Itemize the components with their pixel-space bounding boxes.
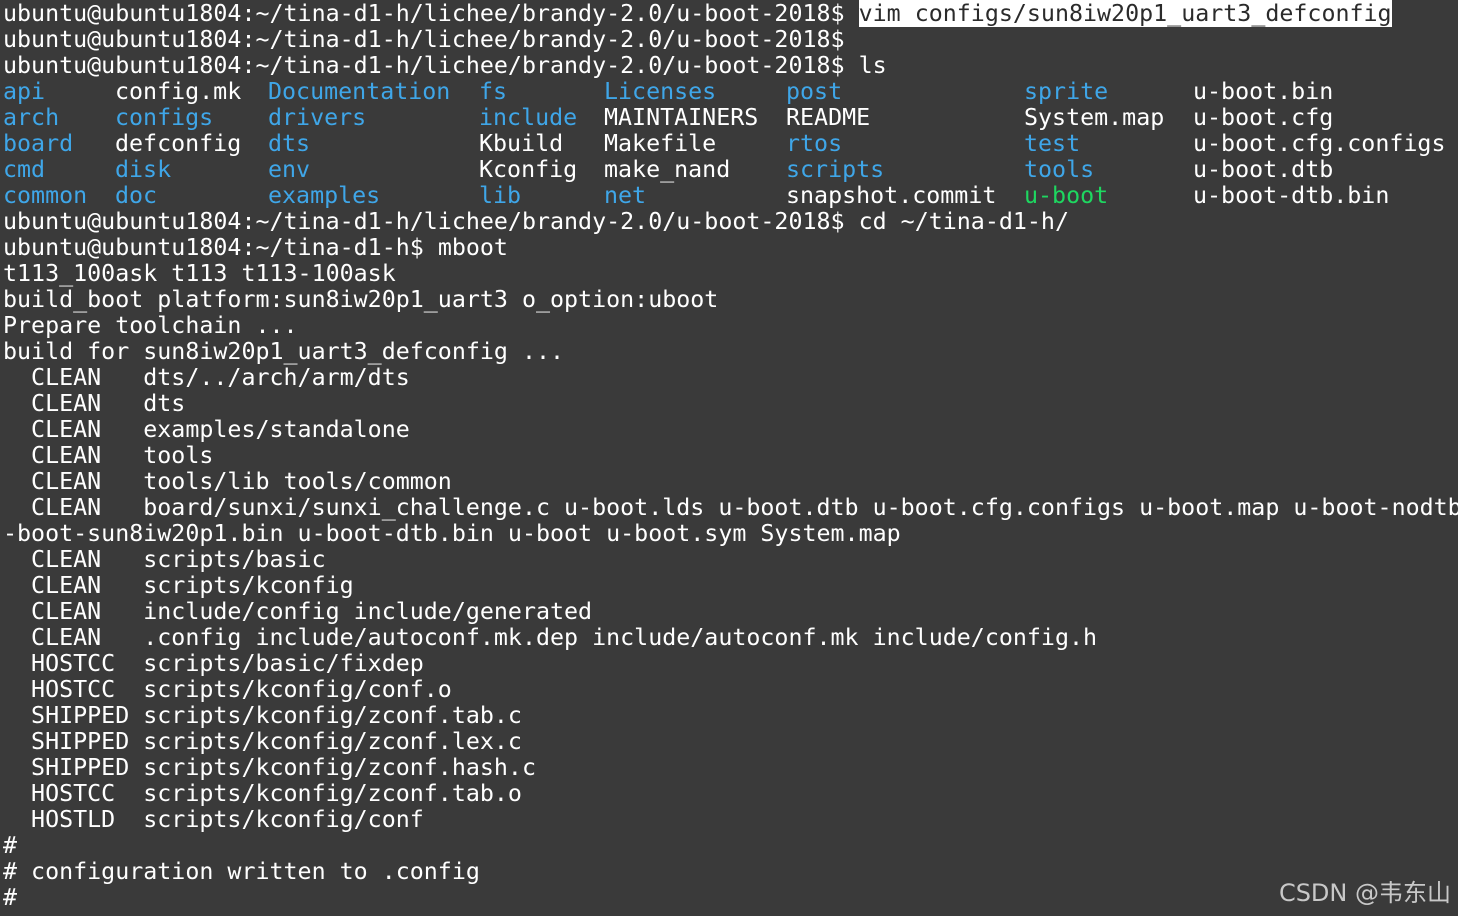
build-output-line: CLEAN dts/../arch/arm/dts	[3, 364, 410, 391]
shell-prompt: ubuntu@ubuntu1804:~/tina-d1-h/lichee/bra…	[3, 26, 845, 53]
ls-directory-entry: Documentation	[268, 78, 451, 105]
shell-prompt: ubuntu@ubuntu1804:~/tina-d1-h/lichee/bra…	[3, 52, 845, 79]
ls-directory-entry: fs	[479, 78, 508, 105]
build-output-line: HOSTCC scripts/kconfig/conf.o	[3, 676, 452, 703]
ls-directory-entry: scripts	[786, 156, 885, 183]
build-output-line: HOSTLD scripts/kconfig/conf	[3, 806, 424, 833]
ls-directory-entry: post	[786, 78, 843, 105]
shell-prompt: ubuntu@ubuntu1804:~/tina-d1-h/lichee/bra…	[3, 0, 845, 27]
ls-directory-entry: common	[3, 182, 88, 209]
build-output-line: SHIPPED scripts/kconfig/zconf.lex.c	[3, 728, 522, 755]
build-output-line: CLEAN board/sunxi/sunxi_challenge.c u-bo…	[3, 494, 1458, 521]
ls-file-entry: Makefile	[604, 130, 717, 157]
terminal-window[interactable]: ubuntu@ubuntu1804:~/tina-d1-h/lichee/bra…	[0, 0, 1458, 916]
build-output-line: CLEAN .config include/autoconf.mk.dep in…	[3, 624, 1098, 651]
terminal-line-vim-command: ubuntu@ubuntu1804:~/tina-d1-h/lichee/bra…	[3, 0, 1392, 27]
ls-directory-entry: examples	[268, 182, 381, 209]
ls-file-entry: u-boot.bin	[1193, 78, 1334, 105]
build-output-line: HOSTCC scripts/basic/fixdep	[3, 650, 424, 677]
build-output-line: CLEAN tools	[3, 442, 214, 469]
terminal-line-empty-prompt: ubuntu@ubuntu1804:~/tina-d1-h/lichee/bra…	[3, 27, 845, 53]
ls-file-entry: System.map	[1024, 104, 1165, 131]
ls-directory-entry: tools	[1024, 156, 1095, 183]
ls-file-entry: Kconfig	[479, 156, 578, 183]
ls-directory-entry: env	[268, 156, 311, 183]
build-output-line: CLEAN tools/lib tools/common	[3, 468, 452, 495]
ls-directory-entry: cmd	[3, 156, 46, 183]
ls-file-entry: u-boot.cfg	[1193, 104, 1334, 131]
ls-directory-entry: sprite	[1024, 78, 1109, 105]
command-text: mboot	[437, 234, 508, 261]
terminal-line-mboot-command: ubuntu@ubuntu1804:~/tina-d1-h$ mboot	[3, 235, 508, 261]
ls-directory-entry: drivers	[268, 104, 367, 131]
build-output-line: build for sun8iw20p1_uart3_defconfig ...	[3, 338, 565, 365]
ls-file-entry: README	[786, 104, 871, 131]
ls-file-entry: u-boot.cfg.configs	[1193, 130, 1446, 157]
ls-directory-entry: dts	[268, 130, 311, 157]
ls-file-entry: u-boot-dtb.bin	[1193, 182, 1390, 209]
ls-directory-entry: board	[3, 130, 74, 157]
ls-directory-entry: Licenses	[604, 78, 717, 105]
ls-directory-entry: test	[1024, 130, 1081, 157]
build-output-line: CLEAN scripts/basic	[3, 546, 326, 573]
ls-file-entry: config.mk	[115, 78, 242, 105]
build-output-line: CLEAN scripts/kconfig	[3, 572, 354, 599]
ls-directory-entry: api	[3, 78, 46, 105]
shell-prompt: ubuntu@ubuntu1804:~/tina-d1-h$	[3, 234, 424, 261]
shell-prompt: ubuntu@ubuntu1804:~/tina-d1-h/lichee/bra…	[3, 208, 845, 235]
build-output-line: Prepare toolchain ...	[3, 312, 298, 339]
command-text: cd ~/tina-d1-h/	[858, 208, 1069, 235]
ls-file-entry: defconfig	[115, 130, 242, 157]
ls-directory-entry: include	[479, 104, 578, 131]
build-output-line: t113_100ask t113 t113-100ask	[3, 260, 396, 287]
build-output-line: CLEAN dts	[3, 390, 186, 417]
ls-directory-entry: doc	[115, 182, 158, 209]
build-output-line: SHIPPED scripts/kconfig/zconf.hash.c	[3, 754, 536, 781]
build-output-line: # configuration written to .config	[3, 858, 480, 885]
ls-file-entry: Kbuild	[479, 130, 564, 157]
ls-directory-entry: arch	[3, 104, 60, 131]
ls-file-entry: snapshot.commit	[786, 182, 997, 209]
terminal-line-ls-command: ubuntu@ubuntu1804:~/tina-d1-h/lichee/bra…	[3, 53, 887, 79]
build-output-line: build_boot platform:sun8iw20p1_uart3 o_o…	[3, 286, 719, 313]
selected-command-text[interactable]: vim configs/sun8iw20p1_uart3_defconfig	[858, 0, 1392, 27]
terminal-line-cd-command: ubuntu@ubuntu1804:~/tina-d1-h/lichee/bra…	[3, 209, 1069, 235]
ls-directory-entry: disk	[115, 156, 172, 183]
ls-directory-entry: rtos	[786, 130, 843, 157]
build-output-line: #	[3, 884, 18, 911]
ls-executable-entry: u-boot	[1024, 182, 1109, 209]
build-output-line: SHIPPED scripts/kconfig/zconf.tab.c	[3, 702, 522, 729]
command-text: ls	[858, 52, 887, 79]
ls-file-entry: u-boot.dtb	[1193, 156, 1334, 183]
ls-file-entry: MAINTAINERS	[604, 104, 759, 131]
ls-file-entry: make_nand	[604, 156, 731, 183]
build-output-line: CLEAN include/config include/generated	[3, 598, 593, 625]
build-output-line: HOSTCC scripts/kconfig/zconf.tab.o	[3, 780, 522, 807]
csdn-watermark: CSDN @韦东山	[1278, 879, 1451, 907]
build-output-line: -boot-sun8iw20p1.bin u-boot-dtb.bin u-bo…	[3, 520, 901, 547]
ls-directory-entry: net	[604, 182, 647, 209]
build-output-line: #	[3, 832, 18, 859]
build-output-line: CLEAN examples/standalone	[3, 416, 410, 443]
ls-directory-entry: configs	[115, 104, 214, 131]
ls-directory-entry: lib	[479, 182, 522, 209]
